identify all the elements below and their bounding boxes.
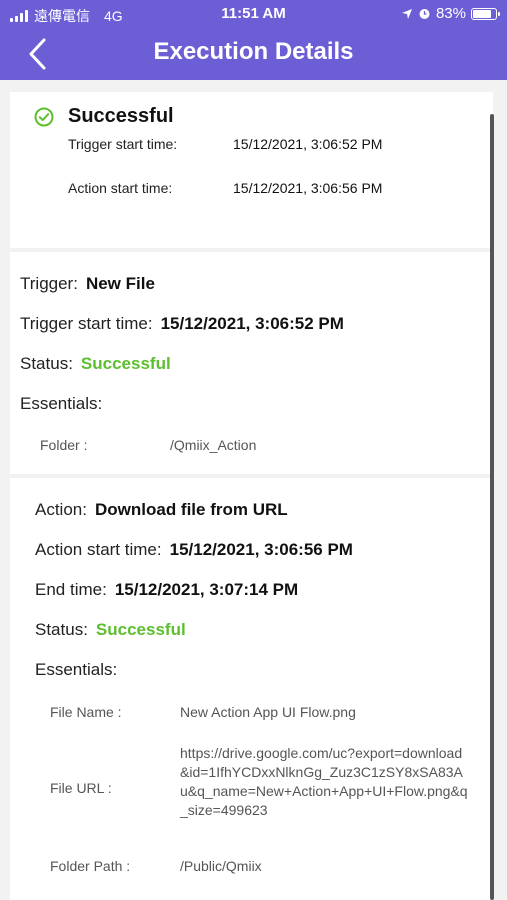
trigger-status-row: Status: Successful [20, 354, 171, 374]
essentials-heading: Essentials: [35, 660, 118, 679]
status-header: Successful [34, 105, 174, 128]
summary-trigger-value: 15/12/2021, 3:06:52 PM [233, 136, 383, 152]
status-bar-right: 83% [401, 5, 500, 22]
nav-bar: Execution Details [0, 28, 507, 80]
trigger-value: New File [85, 274, 155, 293]
action-status-row: Status: Successful [35, 620, 186, 640]
file-name-value: New Action App UI Flow.png [180, 704, 356, 720]
app-header: 遠傳電信 4G 11:51 AM 83% Execution Details [0, 0, 507, 80]
action-card: Action: Download file from URL Action sta… [10, 478, 493, 900]
action-status-label: Status: [35, 620, 88, 639]
summary-action-value: 15/12/2021, 3:06:56 PM [233, 180, 383, 196]
action-row: Action: Download file from URL [35, 500, 288, 520]
file-url-label: File URL : [50, 780, 112, 796]
essentials-heading: Essentials: [20, 394, 103, 413]
action-start-value: 15/12/2021, 3:06:56 PM [169, 540, 353, 559]
action-start-label: Action start time: [35, 540, 162, 559]
folder-path-label: Folder Path : [50, 858, 131, 874]
action-essentials-label: Essentials: [35, 660, 117, 680]
file-url-value[interactable]: https://drive.google.com/uc?export=downl… [180, 744, 470, 820]
location-arrow-icon [401, 8, 412, 19]
trigger-status-label: Status: [20, 354, 73, 373]
summary-action-label: Action start time: [68, 180, 173, 196]
battery-icon [471, 7, 500, 20]
trigger-row: Trigger: New File [20, 274, 155, 294]
trigger-start-value: 15/12/2021, 3:06:52 PM [160, 314, 344, 333]
trigger-card: Trigger: New File Trigger start time: 15/1… [10, 252, 493, 474]
summary-trigger-label: Trigger start time: [68, 136, 178, 152]
summary-card: Successful Trigger start time: 15/12/202… [10, 92, 493, 248]
trigger-start-label: Trigger start time: [20, 314, 153, 333]
file-name-label: File Name : [50, 704, 122, 720]
page-title: Execution Details [153, 38, 354, 65]
folder-label: Folder : [40, 437, 88, 453]
trigger-start-row: Trigger start time: 15/12/2021, 3:06:52 P… [20, 314, 344, 334]
folder-path-value: /Public/Qmiix [180, 858, 262, 874]
end-time-label: End time: [35, 580, 107, 599]
end-time-row: End time: 15/12/2021, 3:07:14 PM [35, 580, 298, 600]
action-value: Download file from URL [94, 500, 288, 519]
check-circle-icon [34, 107, 54, 126]
end-time-value: 15/12/2021, 3:07:14 PM [114, 580, 299, 599]
status-title: Successful [68, 105, 174, 127]
folder-value: /Qmiix_Action [170, 437, 257, 453]
action-status-badge: Successful [95, 620, 186, 639]
scrollbar[interactable] [490, 114, 494, 900]
action-label: Action: [35, 500, 87, 519]
battery-percent: 83% [435, 5, 466, 22]
alarm-icon [419, 9, 430, 19]
trigger-label: Trigger: [20, 274, 78, 293]
trigger-essentials-label: Essentials: [20, 394, 102, 414]
trigger-status-badge: Successful [80, 354, 171, 373]
action-start-row: Action start time: 15/12/2021, 3:06:56 PM [35, 540, 353, 560]
status-bar: 遠傳電信 4G 11:51 AM 83% [0, 0, 507, 28]
